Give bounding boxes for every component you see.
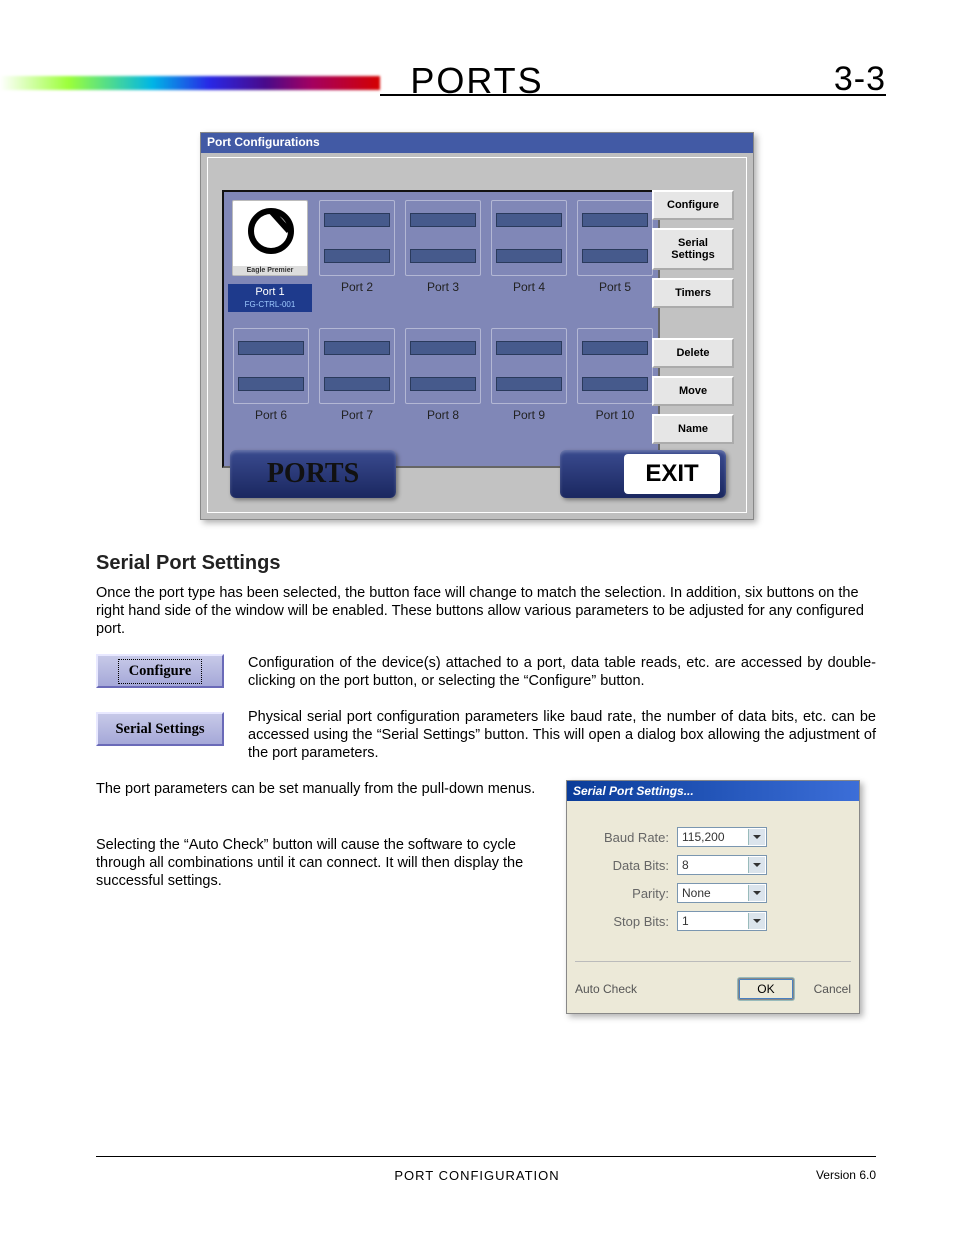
port-5[interactable]: Port 5 (574, 200, 656, 294)
paragraph-1: Once the port type has been selected, th… (96, 584, 876, 638)
ok-button[interactable]: OK (738, 978, 793, 1000)
side-button-column: Configure Serial Settings Timers Delete … (652, 190, 734, 444)
cancel-button[interactable]: Cancel (814, 982, 851, 996)
baud-label: Baud Rate: (589, 830, 669, 845)
name-button[interactable]: Name (652, 414, 734, 444)
port-row-1: Eagle Premier Port 1 FG-CTRL-001 Port 2 … (224, 192, 658, 322)
port-chip-icon (319, 328, 395, 404)
configure-button[interactable]: Configure (652, 190, 734, 220)
inline-configure-button[interactable]: Configure (96, 654, 224, 688)
port-1-label: Port 1 (228, 284, 312, 300)
delete-button[interactable]: Delete (652, 338, 734, 368)
port-chip-icon (233, 328, 309, 404)
port-row-2: Port 6 Port 7 Port 8 Port 9 Port 10 (224, 320, 658, 450)
port-7[interactable]: Port 7 (316, 328, 398, 422)
port-1-sublabel: FG-CTRL-001 (228, 300, 312, 312)
port-8[interactable]: Port 8 (402, 328, 484, 422)
port-10-label: Port 10 (574, 408, 656, 422)
port-9[interactable]: Port 9 (488, 328, 570, 422)
page-header: PORTS 3-3 (0, 60, 954, 94)
dialog-title: Serial Port Settings... (567, 781, 859, 801)
footer-title: PORT CONFIGURATION (0, 1168, 954, 1183)
port-chip-icon (405, 200, 481, 276)
window-title: Port Configurations (207, 135, 320, 149)
port-4-label: Port 4 (488, 280, 570, 294)
ports-indicator: PORTS (230, 450, 396, 498)
footer-rule (96, 1156, 876, 1157)
paragraph-5: Selecting the “Auto Check” button will c… (96, 836, 548, 890)
paragraph-4: The port parameters can be set manually … (96, 780, 548, 798)
window-body: Eagle Premier Port 1 FG-CTRL-001 Port 2 … (207, 157, 747, 513)
inline-serial-label: Serial Settings (115, 721, 204, 738)
port-5-label: Port 5 (574, 280, 656, 294)
section-heading: Serial Port Settings (96, 552, 281, 575)
timers-button[interactable]: Timers (652, 278, 734, 308)
port-chip-icon (319, 200, 395, 276)
data-bits-row: Data Bits: 8 (589, 855, 813, 875)
inline-serial-button[interactable]: Serial Settings (96, 712, 224, 746)
eagle-premier-icon[interactable]: Eagle Premier (232, 200, 308, 276)
port-10[interactable]: Port 10 (574, 328, 656, 422)
port-2[interactable]: Port 2 (316, 200, 398, 294)
baud-row: Baud Rate: 115,200 (589, 827, 813, 847)
ports-indicator-label: PORTS (267, 458, 359, 490)
parity-row: Parity: None (589, 883, 813, 903)
inline-configure-label: Configure (118, 659, 203, 684)
port-chip-icon (491, 328, 567, 404)
port-chip-icon (577, 200, 653, 276)
stop-bits-label: Stop Bits: (589, 914, 669, 929)
parity-label: Parity: (589, 886, 669, 901)
port-chip-icon (577, 328, 653, 404)
port-9-label: Port 9 (488, 408, 570, 422)
stop-bits-select[interactable]: 1 (677, 911, 767, 931)
auto-check-button[interactable]: Auto Check (575, 982, 637, 996)
move-button[interactable]: Move (652, 376, 734, 406)
paragraph-2: Configuration of the device(s) attached … (248, 654, 876, 690)
port-3-label: Port 3 (402, 280, 484, 294)
exit-button[interactable]: EXIT (560, 450, 726, 498)
eagle-label: Eagle Premier (233, 266, 307, 275)
port-1-selected[interactable]: Port 1 FG-CTRL-001 (228, 280, 312, 312)
serial-settings-dialog: Serial Port Settings... Baud Rate: 115,2… (566, 780, 860, 1014)
data-bits-label: Data Bits: (589, 858, 669, 873)
data-bits-select[interactable]: 8 (677, 855, 767, 875)
port-4[interactable]: Port 4 (488, 200, 570, 294)
port-3[interactable]: Port 3 (402, 200, 484, 294)
exit-label: EXIT (624, 454, 720, 494)
port-7-label: Port 7 (316, 408, 398, 422)
parity-select[interactable]: None (677, 883, 767, 903)
port-6-label: Port 6 (230, 408, 312, 422)
port-2-label: Port 2 (316, 280, 398, 294)
baud-select[interactable]: 115,200 (677, 827, 767, 847)
port-8-label: Port 8 (402, 408, 484, 422)
paragraph-3: Physical serial port configuration param… (248, 708, 876, 762)
serial-settings-button[interactable]: Serial Settings (652, 228, 734, 270)
dialog-bottom: Auto Check OK Cancel (575, 961, 851, 1005)
stop-bits-row: Stop Bits: 1 (589, 911, 813, 931)
footer-version: Version 6.0 (816, 1168, 876, 1182)
port-chip-icon (405, 328, 481, 404)
port-grid: Eagle Premier Port 1 FG-CTRL-001 Port 2 … (222, 190, 660, 468)
header-rule (380, 94, 886, 96)
port-config-window: Port Configurations Eagle Premier Port 1… (200, 132, 754, 520)
dialog-form: Baud Rate: 115,200 Data Bits: 8 Parity: … (589, 827, 813, 939)
port-6[interactable]: Port 6 (230, 328, 312, 422)
port-chip-icon (491, 200, 567, 276)
